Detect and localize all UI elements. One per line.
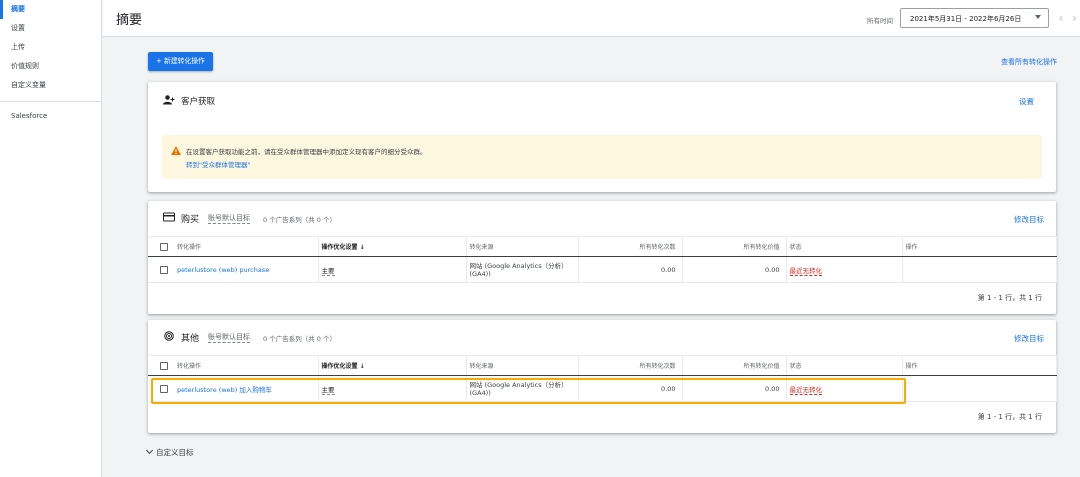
column-header-optimization[interactable]: 操作优化设置 ↓: [318, 355, 467, 376]
column-header-all-conv-value[interactable]: 所有转化价值: [682, 236, 787, 257]
sidebar-divider: [0, 101, 101, 102]
status-badge[interactable]: 最近无转化: [786, 256, 903, 283]
warning-text: 在设置客户获取功能之前，请在受众群体管理器中添加定义现有客户的细分受众群。: [186, 148, 427, 156]
goal-header: 购买 账号默认目标 0 个广告系列（共 0 个） 修改目标: [148, 201, 1056, 236]
sidebar: 摘要 设置 上传 价值规则 自定义变量 Salesforce: [0, 0, 102, 477]
goal-card-purchase: 购买 账号默认目标 0 个广告系列（共 0 个） 修改目标 转化操作 操作优化设…: [148, 201, 1057, 314]
customer-acquisition-title: 客户获取: [181, 97, 216, 107]
conversion-source: 网站 (Google Analytics（分析）(GA4)): [466, 256, 579, 283]
sidebar-item-custom-variables[interactable]: 自定义变量: [0, 76, 101, 95]
all-conv-value-value: 0.00: [682, 256, 787, 283]
custom-goals-expander[interactable]: 自定义目标: [145, 446, 194, 458]
column-header-conversion-action[interactable]: 转化操作: [174, 236, 319, 257]
custom-goals-label: 自定义目标: [156, 448, 194, 457]
edit-goal-link[interactable]: 修改目标: [1014, 333, 1044, 344]
goal-header: 其他 账号默认目标 0 个广告系列（共 0 个） 修改目标: [148, 320, 1056, 355]
column-header-conversion-action[interactable]: 转化操作: [174, 355, 319, 376]
goal-name: 其他: [181, 334, 200, 344]
view-all-conversion-actions-link[interactable]: 查看所有转化操作: [1001, 57, 1057, 67]
chevron-down-icon: [145, 446, 154, 455]
column-header-all-conv-value[interactable]: 所有转化价值: [682, 355, 787, 376]
select-all-checkbox[interactable]: [148, 236, 174, 257]
dropdown-caret-icon: [1035, 15, 1041, 19]
table-row: peterlustore (web) 加入购物车 主要 网站 (Google A…: [148, 375, 1057, 402]
row-checkbox[interactable]: [148, 375, 174, 402]
sidebar-item-uploads[interactable]: 上传: [0, 38, 101, 57]
row-actions: [902, 256, 1057, 283]
page-title: 摘要: [116, 13, 143, 28]
column-header-status[interactable]: 状态: [786, 355, 903, 376]
column-header-status[interactable]: 状态: [786, 236, 903, 257]
account-default-goal-label[interactable]: 账号默认目标: [208, 214, 250, 224]
table-header-row: 转化操作 操作优化设置 ↓ 转化来源 所有转化次数 所有转化价值 状态 操作: [148, 236, 1057, 257]
conversion-table: 转化操作 操作优化设置 ↓ 转化来源 所有转化次数 所有转化价值 状态 操作 p…: [148, 236, 1057, 283]
account-default-goal-label[interactable]: 账号默认目标: [208, 333, 250, 343]
column-header-actions: 操作: [902, 236, 1057, 257]
table-header-row: 转化操作 操作优化设置 ↓ 转化来源 所有转化次数 所有转化价值 状态 操作: [148, 355, 1057, 376]
column-header-all-conversions[interactable]: 所有转化次数: [578, 236, 683, 257]
pagination-summary: 第 1 - 1 行，共 1 行: [977, 294, 1042, 302]
date-range-selector[interactable]: 2021年5月31日 - 2022年6月26日: [900, 8, 1049, 28]
column-header-optimization[interactable]: 操作优化设置 ↓: [318, 236, 467, 257]
sidebar-item-settings[interactable]: 设置: [0, 19, 101, 38]
chevron-right-icon[interactable]: ›: [1069, 9, 1080, 27]
target-icon: [164, 331, 174, 341]
person-add-icon: [163, 95, 175, 105]
date-range-value: 2021年5月31日 - 2022年6月26日: [910, 15, 1022, 23]
all-conversions-value: 0.00: [578, 375, 683, 402]
credit-card-icon: [163, 212, 175, 222]
row-actions: [902, 375, 1057, 402]
column-header-all-conversions[interactable]: 所有转化次数: [578, 355, 683, 376]
warning-icon: [171, 146, 181, 155]
all-conversions-value: 0.00: [578, 256, 683, 283]
conversion-action-link[interactable]: peterlustore (web) 加入购物车: [174, 375, 319, 402]
campaign-count: 0 个广告系列（共 0 个）: [263, 335, 336, 343]
sidebar-item-value-rules[interactable]: 价值规则: [0, 57, 101, 76]
select-all-checkbox[interactable]: [148, 355, 174, 376]
chevron-left-icon[interactable]: ‹: [1053, 9, 1069, 27]
page-header: 摘要 所有时间 2021年5月31日 - 2022年6月26日 ‹ ›: [103, 0, 1080, 37]
optimization-value[interactable]: 主要: [318, 256, 467, 283]
pagination-summary: 第 1 - 1 行，共 1 行: [977, 413, 1042, 421]
column-header-source[interactable]: 转化来源: [466, 355, 579, 376]
conversion-source: 网站 (Google Analytics（分析）(GA4)): [466, 375, 579, 402]
audience-manager-link[interactable]: 转到"受众群体管理器": [186, 159, 250, 169]
status-badge[interactable]: 最近无转化: [786, 375, 903, 402]
all-conv-value-value: 0.00: [682, 375, 787, 402]
conversion-action-link[interactable]: peterlustore (web) purchase: [174, 256, 319, 283]
customer-acquisition-card: 客户获取 设置 在设置客户获取功能之前，请在受众群体管理器中添加定义现有客户的细…: [148, 82, 1056, 192]
conversion-table: 转化操作 操作优化设置 ↓ 转化来源 所有转化次数 所有转化价值 状态 操作 p…: [148, 355, 1057, 402]
goal-name: 购买: [181, 215, 200, 225]
row-checkbox[interactable]: [148, 256, 174, 283]
customer-acquisition-settings-link[interactable]: 设置: [1019, 96, 1034, 107]
sidebar-item-salesforce[interactable]: Salesforce: [0, 107, 101, 126]
campaign-count: 0 个广告系列（共 0 个）: [263, 216, 336, 224]
column-header-actions: 操作: [902, 355, 1057, 376]
sidebar-item-summary[interactable]: 摘要: [0, 0, 101, 19]
date-range-label: 所有时间: [867, 17, 893, 25]
warning-banner: 在设置客户获取功能之前，请在受众群体管理器中添加定义现有客户的细分受众群。 转到…: [162, 135, 1042, 179]
edit-goal-link[interactable]: 修改目标: [1014, 214, 1044, 225]
optimization-value[interactable]: 主要: [318, 375, 467, 402]
goal-card-other: 其他 账号默认目标 0 个广告系列（共 0 个） 修改目标 转化操作 操作优化设…: [148, 320, 1057, 433]
new-conversion-action-button[interactable]: + 新建转化操作: [148, 52, 213, 71]
column-header-source[interactable]: 转化来源: [466, 236, 579, 257]
table-row: peterlustore (web) purchase 主要 网站 (Googl…: [148, 256, 1057, 283]
